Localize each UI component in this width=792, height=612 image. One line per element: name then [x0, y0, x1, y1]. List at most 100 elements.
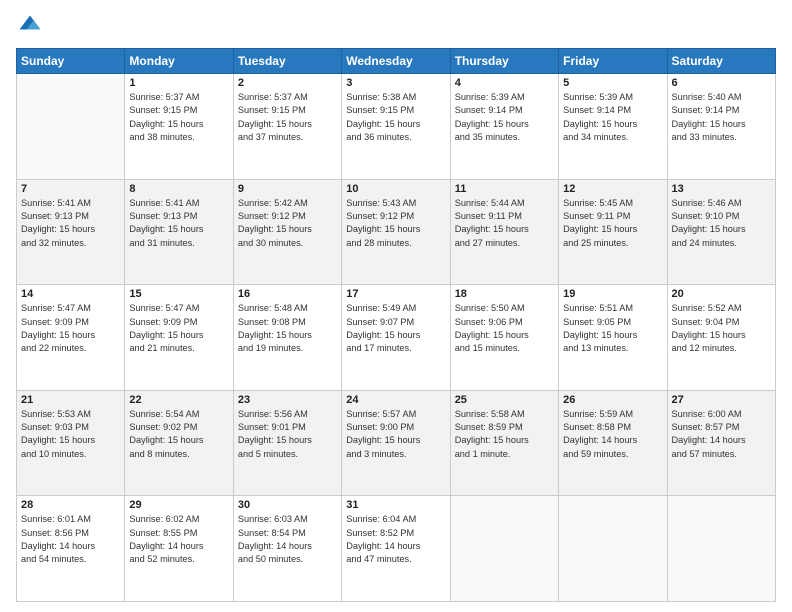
day-info: Sunrise: 5:37 AMSunset: 9:15 PMDaylight:…	[129, 91, 228, 144]
calendar-cell: 25 Sunrise: 5:58 AMSunset: 8:59 PMDayligh…	[450, 390, 558, 496]
day-info: Sunrise: 5:43 AMSunset: 9:12 PMDaylight:…	[346, 197, 445, 250]
weekday-header-monday: Monday	[125, 49, 233, 74]
day-info: Sunrise: 5:44 AMSunset: 9:11 PMDaylight:…	[455, 197, 554, 250]
day-info: Sunrise: 6:00 AMSunset: 8:57 PMDaylight:…	[672, 408, 771, 461]
calendar-row-2: 7 Sunrise: 5:41 AMSunset: 9:13 PMDaylight…	[17, 179, 776, 285]
day-info: Sunrise: 5:48 AMSunset: 9:08 PMDaylight:…	[238, 302, 337, 355]
day-info: Sunrise: 6:02 AMSunset: 8:55 PMDaylight:…	[129, 513, 228, 566]
day-number: 30	[238, 499, 337, 511]
calendar-cell: 31Sunrise: 6:04 AMSunset: 8:52 PMDayligh…	[342, 496, 450, 602]
calendar-cell	[17, 74, 125, 180]
day-info: Sunrise: 5:51 AMSunset: 9:05 PMDaylight:…	[563, 302, 662, 355]
calendar-cell: 24 Sunrise: 5:57 AMSunset: 9:00 PMDayligh…	[342, 390, 450, 496]
day-number: 7	[21, 183, 120, 195]
weekday-header-tuesday: Tuesday	[233, 49, 341, 74]
logo	[16, 12, 48, 40]
calendar-header-row: SundayMondayTuesdayWednesdayThursdayFrid…	[17, 49, 776, 74]
day-number: 12	[563, 183, 662, 195]
calendar-cell: 21 Sunrise: 5:53 AMSunset: 9:03 PMDayligh…	[17, 390, 125, 496]
calendar-row-3: 14 Sunrise: 5:47 AMSunset: 9:09 PMDayligh…	[17, 285, 776, 391]
calendar-cell	[559, 496, 667, 602]
calendar-cell	[450, 496, 558, 602]
calendar-cell: 7 Sunrise: 5:41 AMSunset: 9:13 PMDaylight…	[17, 179, 125, 285]
day-info: Sunrise: 5:52 AMSunset: 9:04 PMDaylight:…	[672, 302, 771, 355]
day-info: Sunrise: 5:40 AMSunset: 9:14 PMDaylight:…	[672, 91, 771, 144]
day-number: 15	[129, 288, 228, 300]
calendar-table: SundayMondayTuesdayWednesdayThursdayFrid…	[16, 48, 776, 602]
calendar-cell: 17Sunrise: 5:49 AMSunset: 9:07 PMDayligh…	[342, 285, 450, 391]
day-number: 8	[129, 183, 228, 195]
day-info: Sunrise: 6:01 AMSunset: 8:56 PMDaylight:…	[21, 513, 120, 566]
day-number: 21	[21, 394, 120, 406]
day-number: 28	[21, 499, 120, 511]
calendar-cell: 22 Sunrise: 5:54 AMSunset: 9:02 PMDayligh…	[125, 390, 233, 496]
calendar-cell: 2 Sunrise: 5:37 AMSunset: 9:15 PMDaylight…	[233, 74, 341, 180]
day-info: Sunrise: 5:41 AMSunset: 9:13 PMDaylight:…	[129, 197, 228, 250]
weekday-header-thursday: Thursday	[450, 49, 558, 74]
calendar-cell: 1 Sunrise: 5:37 AMSunset: 9:15 PMDaylight…	[125, 74, 233, 180]
day-number: 10	[346, 183, 445, 195]
day-number: 29	[129, 499, 228, 511]
day-number: 17	[346, 288, 445, 300]
calendar-row-4: 21 Sunrise: 5:53 AMSunset: 9:03 PMDayligh…	[17, 390, 776, 496]
day-info: Sunrise: 5:42 AMSunset: 9:12 PMDaylight:…	[238, 197, 337, 250]
day-number: 23	[238, 394, 337, 406]
weekday-header-saturday: Saturday	[667, 49, 775, 74]
calendar-cell: 15Sunrise: 5:47 AMSunset: 9:09 PMDayligh…	[125, 285, 233, 391]
calendar-cell: 4 Sunrise: 5:39 AMSunset: 9:14 PMDaylight…	[450, 74, 558, 180]
calendar-cell: 27 Sunrise: 6:00 AMSunset: 8:57 PMDayligh…	[667, 390, 775, 496]
weekday-header-friday: Friday	[559, 49, 667, 74]
calendar-cell: 9Sunrise: 5:42 AMSunset: 9:12 PMDaylight…	[233, 179, 341, 285]
day-number: 5	[563, 77, 662, 89]
day-info: Sunrise: 5:38 AMSunset: 9:15 PMDaylight:…	[346, 91, 445, 144]
calendar-cell: 23Sunrise: 5:56 AMSunset: 9:01 PMDayligh…	[233, 390, 341, 496]
day-info: Sunrise: 6:03 AMSunset: 8:54 PMDaylight:…	[238, 513, 337, 566]
day-number: 24	[346, 394, 445, 406]
calendar-cell: 10 Sunrise: 5:43 AMSunset: 9:12 PMDayligh…	[342, 179, 450, 285]
day-info: Sunrise: 5:54 AMSunset: 9:02 PMDaylight:…	[129, 408, 228, 461]
calendar-cell: 12 Sunrise: 5:45 AMSunset: 9:11 PMDayligh…	[559, 179, 667, 285]
calendar-cell: 6 Sunrise: 5:40 AMSunset: 9:14 PMDaylight…	[667, 74, 775, 180]
day-info: Sunrise: 5:53 AMSunset: 9:03 PMDaylight:…	[21, 408, 120, 461]
day-info: Sunrise: 5:50 AMSunset: 9:06 PMDaylight:…	[455, 302, 554, 355]
day-number: 14	[21, 288, 120, 300]
weekday-header-wednesday: Wednesday	[342, 49, 450, 74]
day-number: 25	[455, 394, 554, 406]
calendar-cell: 16 Sunrise: 5:48 AMSunset: 9:08 PMDayligh…	[233, 285, 341, 391]
page: SundayMondayTuesdayWednesdayThursdayFrid…	[0, 0, 792, 612]
calendar-cell: 26 Sunrise: 5:59 AMSunset: 8:58 PMDayligh…	[559, 390, 667, 496]
day-info: Sunrise: 5:39 AMSunset: 9:14 PMDaylight:…	[563, 91, 662, 144]
day-number: 13	[672, 183, 771, 195]
calendar-cell: 14 Sunrise: 5:47 AMSunset: 9:09 PMDayligh…	[17, 285, 125, 391]
day-number: 22	[129, 394, 228, 406]
day-number: 11	[455, 183, 554, 195]
day-info: Sunrise: 5:58 AMSunset: 8:59 PMDaylight:…	[455, 408, 554, 461]
day-number: 1	[129, 77, 228, 89]
day-info: Sunrise: 5:41 AMSunset: 9:13 PMDaylight:…	[21, 197, 120, 250]
calendar-row-1: 1 Sunrise: 5:37 AMSunset: 9:15 PMDaylight…	[17, 74, 776, 180]
day-number: 27	[672, 394, 771, 406]
day-number: 2	[238, 77, 337, 89]
day-number: 20	[672, 288, 771, 300]
calendar-cell: 29 Sunrise: 6:02 AMSunset: 8:55 PMDayligh…	[125, 496, 233, 602]
day-number: 19	[563, 288, 662, 300]
day-info: Sunrise: 5:59 AMSunset: 8:58 PMDaylight:…	[563, 408, 662, 461]
calendar-cell: 5 Sunrise: 5:39 AMSunset: 9:14 PMDaylight…	[559, 74, 667, 180]
header	[16, 12, 776, 40]
calendar-cell: 28 Sunrise: 6:01 AMSunset: 8:56 PMDayligh…	[17, 496, 125, 602]
day-info: Sunrise: 5:39 AMSunset: 9:14 PMDaylight:…	[455, 91, 554, 144]
day-number: 26	[563, 394, 662, 406]
day-number: 4	[455, 77, 554, 89]
day-number: 18	[455, 288, 554, 300]
day-info: Sunrise: 5:47 AMSunset: 9:09 PMDaylight:…	[21, 302, 120, 355]
calendar-cell: 20 Sunrise: 5:52 AMSunset: 9:04 PMDayligh…	[667, 285, 775, 391]
calendar-cell: 3 Sunrise: 5:38 AMSunset: 9:15 PMDaylight…	[342, 74, 450, 180]
day-info: Sunrise: 5:37 AMSunset: 9:15 PMDaylight:…	[238, 91, 337, 144]
logo-icon	[16, 12, 44, 40]
calendar-cell: 19 Sunrise: 5:51 AMSunset: 9:05 PMDayligh…	[559, 285, 667, 391]
day-info: Sunrise: 5:57 AMSunset: 9:00 PMDaylight:…	[346, 408, 445, 461]
day-number: 3	[346, 77, 445, 89]
day-number: 6	[672, 77, 771, 89]
day-info: Sunrise: 5:45 AMSunset: 9:11 PMDaylight:…	[563, 197, 662, 250]
day-number: 16	[238, 288, 337, 300]
